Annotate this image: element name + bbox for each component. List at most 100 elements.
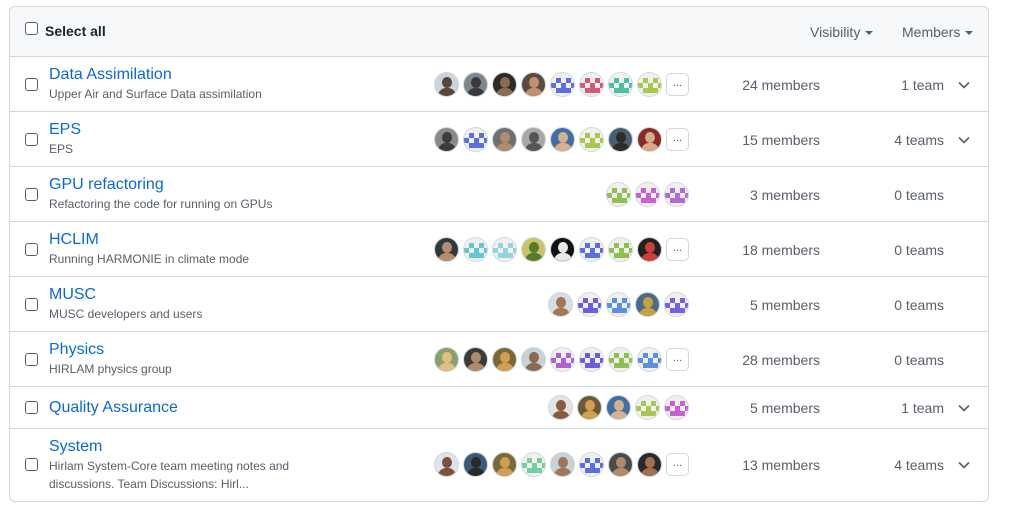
more-members-button[interactable]: ... xyxy=(666,347,689,371)
avatar-body xyxy=(554,142,572,151)
member-avatars: ... xyxy=(430,346,689,372)
chevron-down-icon[interactable] xyxy=(957,78,971,92)
more-members-button[interactable]: ... xyxy=(666,72,689,96)
member-identicon[interactable] xyxy=(579,126,604,152)
member-avatar[interactable] xyxy=(463,346,488,372)
member-avatar[interactable] xyxy=(548,291,573,317)
avatar-body xyxy=(438,252,456,261)
chevron-down-icon[interactable] xyxy=(957,133,971,147)
member-avatar[interactable] xyxy=(577,395,602,420)
member-avatar[interactable] xyxy=(550,126,575,152)
member-identicon[interactable] xyxy=(608,71,633,97)
member-avatar[interactable] xyxy=(606,395,631,420)
member-avatar[interactable] xyxy=(492,452,517,477)
member-identicon[interactable] xyxy=(606,291,631,317)
member-avatar[interactable] xyxy=(434,236,459,262)
member-identicon[interactable] xyxy=(521,452,546,477)
member-avatar[interactable] xyxy=(463,452,488,477)
member-avatar[interactable] xyxy=(635,291,660,317)
member-identicon[interactable] xyxy=(664,395,689,420)
team-name-link[interactable]: Physics xyxy=(49,341,104,359)
team-name-link[interactable]: Data Assimilation xyxy=(49,66,172,84)
member-avatar[interactable] xyxy=(492,126,517,152)
member-identicon[interactable] xyxy=(664,181,689,207)
members-count: 28 members xyxy=(742,351,820,368)
member-identicon[interactable] xyxy=(579,236,604,262)
team-checkbox[interactable] xyxy=(25,187,38,201)
member-identicon[interactable] xyxy=(577,291,602,317)
team-checkbox[interactable] xyxy=(25,242,38,256)
visibility-filter[interactable]: Visibility xyxy=(810,24,874,40)
member-avatar[interactable] xyxy=(463,71,488,97)
member-avatar[interactable] xyxy=(548,395,573,420)
members-count: 24 members xyxy=(742,76,820,93)
more-members-button[interactable]: ... xyxy=(666,453,689,476)
member-identicon[interactable] xyxy=(635,181,660,207)
member-identicon[interactable] xyxy=(637,346,662,372)
more-members-button[interactable]: ... xyxy=(666,237,689,261)
team-description: HIRLAM physics group xyxy=(49,362,172,376)
member-avatar[interactable] xyxy=(434,126,459,152)
member-identicon[interactable] xyxy=(606,181,631,207)
member-identicon[interactable] xyxy=(550,71,575,97)
team-checkbox[interactable] xyxy=(25,401,38,414)
team-checkbox[interactable] xyxy=(25,352,38,366)
member-avatar[interactable] xyxy=(521,126,546,152)
member-identicon[interactable] xyxy=(608,236,633,262)
member-avatar[interactable] xyxy=(521,346,546,372)
chevron-down-icon[interactable] xyxy=(957,458,971,472)
member-identicon[interactable] xyxy=(463,236,488,262)
member-avatar[interactable] xyxy=(521,236,546,262)
member-identicon[interactable] xyxy=(608,346,633,372)
avatar-body xyxy=(438,87,456,96)
member-avatar[interactable] xyxy=(521,71,546,97)
member-avatar[interactable] xyxy=(608,126,633,152)
avatar-body xyxy=(610,411,628,419)
chevron-down-icon[interactable] xyxy=(957,401,971,415)
select-all-label[interactable]: Select all xyxy=(45,23,106,39)
team-name-link[interactable]: Quality Assurance xyxy=(49,399,178,417)
identicon-pattern xyxy=(464,237,487,261)
member-avatar[interactable] xyxy=(550,236,575,262)
avatar-body xyxy=(641,142,659,151)
member-avatar[interactable] xyxy=(550,452,575,477)
identicon-pattern xyxy=(609,347,632,371)
member-avatar[interactable] xyxy=(434,452,459,477)
member-avatar[interactable] xyxy=(637,126,662,152)
member-avatar[interactable] xyxy=(492,71,517,97)
member-avatar[interactable] xyxy=(637,236,662,262)
members-filter[interactable]: Members xyxy=(902,24,974,40)
select-all-checkbox[interactable] xyxy=(25,22,38,35)
member-identicon[interactable] xyxy=(579,346,604,372)
member-identicon[interactable] xyxy=(463,126,488,152)
team-checkbox[interactable] xyxy=(25,77,38,91)
team-name-link[interactable]: System xyxy=(49,438,102,456)
team-checkbox[interactable] xyxy=(25,132,38,146)
member-identicon[interactable] xyxy=(635,395,660,420)
member-identicon[interactable] xyxy=(579,452,604,477)
avatar-body xyxy=(639,307,657,316)
member-identicon[interactable] xyxy=(637,71,662,97)
member-identicon[interactable] xyxy=(664,291,689,317)
more-members-button[interactable]: ... xyxy=(666,127,689,151)
identicon-pattern xyxy=(638,347,661,371)
team-checkbox[interactable] xyxy=(25,297,38,311)
member-avatar[interactable] xyxy=(637,452,662,477)
avatar-head xyxy=(500,351,510,363)
member-identicon[interactable] xyxy=(550,346,575,372)
team-name-link[interactable]: HCLIM xyxy=(49,231,99,249)
team-name-link[interactable]: MUSC xyxy=(49,286,96,304)
team-checkbox[interactable] xyxy=(25,458,38,471)
avatar-head xyxy=(556,296,566,308)
member-avatar[interactable] xyxy=(434,71,459,97)
member-avatar[interactable] xyxy=(434,346,459,372)
team-name-link[interactable]: GPU refactoring xyxy=(49,176,164,194)
member-identicon[interactable] xyxy=(579,71,604,97)
avatar-head xyxy=(500,457,510,468)
team-name-link[interactable]: EPS xyxy=(49,121,81,139)
member-avatar[interactable] xyxy=(492,346,517,372)
identicon-pattern xyxy=(609,72,632,96)
member-avatar[interactable] xyxy=(608,452,633,477)
member-identicon[interactable] xyxy=(492,236,517,262)
child-teams-count: 0 teams xyxy=(894,186,944,203)
